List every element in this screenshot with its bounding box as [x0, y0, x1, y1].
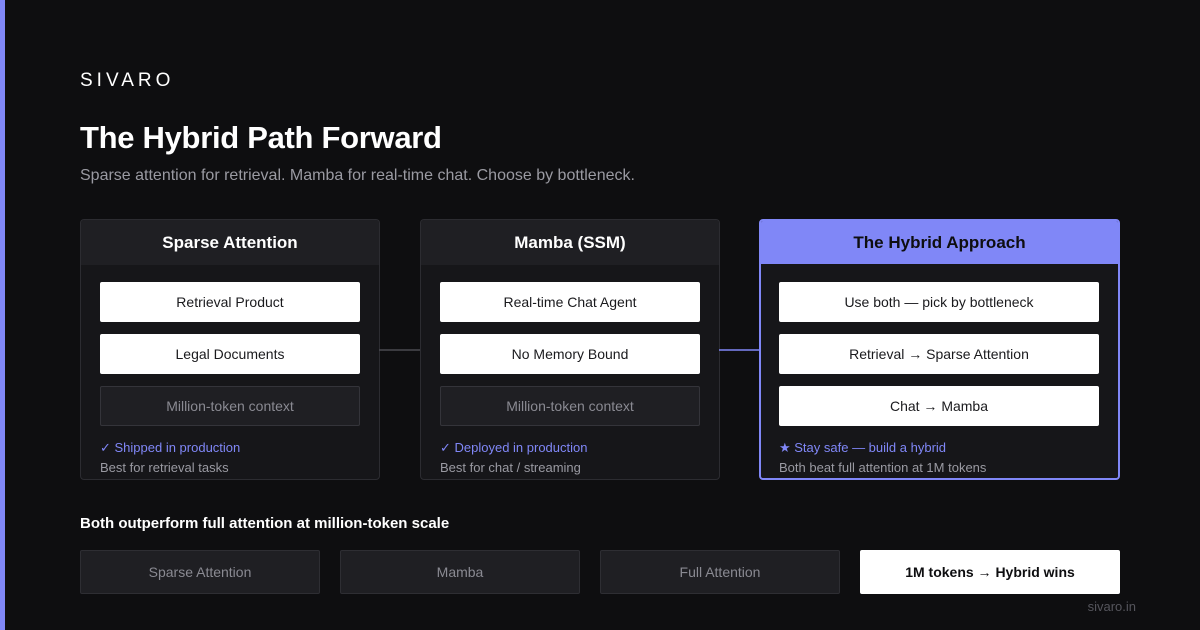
card-title: The Hybrid Approach [761, 221, 1118, 264]
footer-url: sivaro.in [1087, 599, 1136, 614]
card-item-muted: Million-token context [100, 386, 360, 426]
card-item-muted: Million-token context [440, 386, 700, 426]
status-note: ✓ Deployed in production [440, 440, 588, 455]
comparison-pill: Mamba [340, 550, 580, 594]
page-subtitle: Sparse attention for retrieval. Mamba fo… [80, 167, 635, 184]
card-mamba: Mamba (SSM) Real-time Chat Agent No Memo… [420, 219, 720, 480]
card-title: Sparse Attention [81, 220, 379, 265]
card-hybrid-approach: The Hybrid Approach Use both — pick by b… [759, 219, 1120, 480]
card-item: Retrieval → Sparse Attention [779, 334, 1099, 374]
card-sparse-attention: Sparse Attention Retrieval Product Legal… [80, 219, 380, 480]
status-note: ★ Stay safe — build a hybrid [779, 440, 947, 455]
page-title: The Hybrid Path Forward [80, 120, 442, 155]
card-note: Best for chat / streaming [440, 460, 581, 475]
card-item: Real-time Chat Agent [440, 282, 700, 322]
card-item: Chat → Mamba [779, 386, 1099, 426]
card-note: Both beat full attention at 1M tokens [779, 460, 987, 475]
comparison-label: Both outperform full attention at millio… [80, 515, 450, 532]
card-item: Retrieval Product [100, 282, 360, 322]
comparison-pill: Full Attention [600, 550, 840, 594]
card-item: Legal Documents [100, 334, 360, 374]
comparison-pill: Sparse Attention [80, 550, 320, 594]
brand-logo: SIVARO [80, 70, 175, 91]
card-item: Use both — pick by bottleneck [779, 282, 1099, 322]
card-title: Mamba (SSM) [421, 220, 719, 265]
left-accent-bar [0, 0, 5, 630]
status-note: ✓ Shipped in production [100, 440, 241, 455]
comparison-pill-highlight: 1M tokens → Hybrid wins [860, 550, 1120, 594]
card-note: Best for retrieval tasks [100, 460, 229, 475]
card-item: No Memory Bound [440, 334, 700, 374]
